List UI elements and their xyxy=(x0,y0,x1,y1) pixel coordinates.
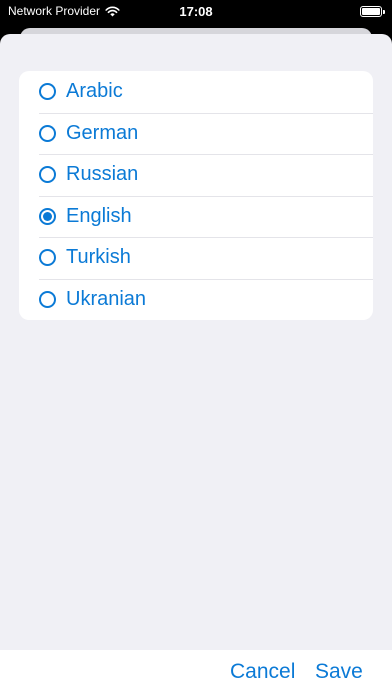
radio-unselected-icon xyxy=(39,83,56,101)
radio-unselected-icon xyxy=(39,290,56,308)
cancel-button[interactable]: Cancel xyxy=(230,660,295,684)
radio-unselected-icon xyxy=(39,166,56,184)
language-option-arabic[interactable]: Arabic xyxy=(19,71,373,113)
language-option-turkish[interactable]: Turkish xyxy=(19,237,373,279)
radio-selected-icon xyxy=(39,207,56,225)
language-option-label: Arabic xyxy=(66,80,123,103)
save-button[interactable]: Save xyxy=(315,660,363,684)
radio-unselected-icon xyxy=(39,124,56,142)
language-option-german[interactable]: German xyxy=(19,112,373,155)
radio-unselected-icon xyxy=(39,249,56,267)
language-option-label: Turkish xyxy=(66,246,131,269)
battery-icon xyxy=(360,6,385,17)
language-options-card: Arabic German Russian English Turkish Uk… xyxy=(19,71,373,320)
status-bar: Network Provider 17:08 xyxy=(0,0,392,24)
bottom-toolbar: Cancel Save xyxy=(0,650,392,696)
language-option-label: Russian xyxy=(66,163,139,186)
language-option-label: Ukranian xyxy=(66,287,147,310)
language-sheet: Arabic German Russian English Turkish Uk… xyxy=(0,34,392,696)
language-option-label: English xyxy=(66,204,132,227)
status-time: 17:08 xyxy=(179,4,213,19)
language-option-russian[interactable]: Russian xyxy=(19,154,373,196)
language-option-english[interactable]: English xyxy=(19,195,373,238)
language-option-label: German xyxy=(66,121,139,144)
language-option-ukranian[interactable]: Ukranian xyxy=(19,278,373,321)
